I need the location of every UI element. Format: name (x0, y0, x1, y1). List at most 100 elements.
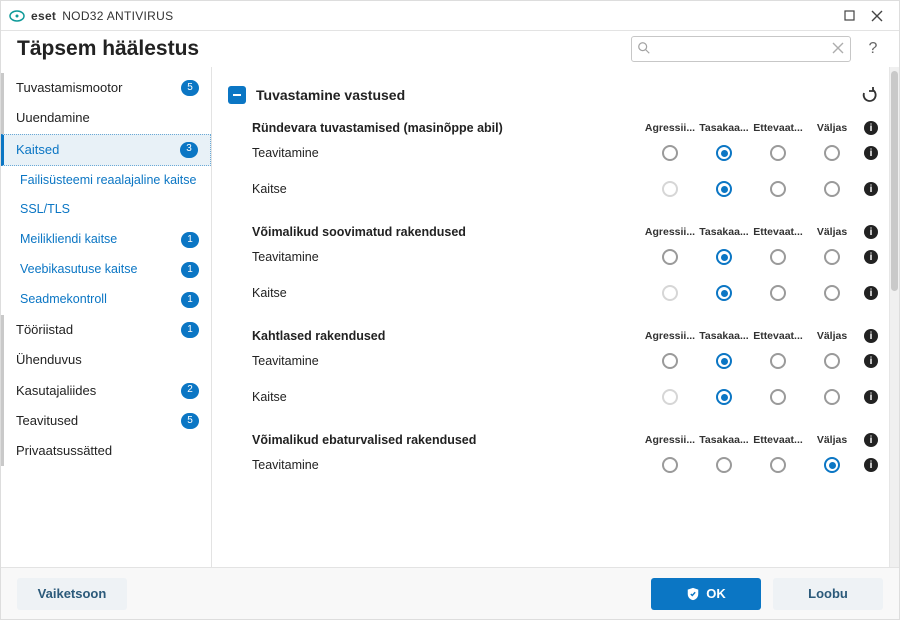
info-icon[interactable]: i (864, 329, 878, 343)
sidebar-item-teavitused[interactable]: Teavitused 5 (1, 406, 211, 436)
radio-option (662, 181, 678, 197)
radio-cell (643, 353, 697, 369)
radio-option[interactable] (824, 285, 840, 301)
section-title: Tuvastamine vastused (256, 87, 849, 103)
column-header: Tasakaa... (697, 330, 751, 342)
info-icon[interactable]: i (864, 250, 878, 264)
sidebar-badge: 5 (181, 80, 199, 96)
defaults-button[interactable]: Vaiketsoon (17, 578, 127, 610)
radio-option[interactable] (716, 353, 732, 369)
radio-cell (751, 181, 805, 197)
row-info: i (859, 146, 883, 160)
radio-option[interactable] (770, 249, 786, 265)
radio-cell (697, 145, 751, 161)
info-icon[interactable]: i (864, 121, 878, 135)
search-icon (637, 41, 651, 55)
help-button[interactable]: ? (863, 40, 883, 58)
group-title: Võimalikud ebaturvalised rakendused (252, 433, 643, 447)
info-icon[interactable]: i (864, 433, 878, 447)
search-input[interactable] (631, 36, 851, 62)
radio-option[interactable] (770, 457, 786, 473)
row-label: Teavitamine (252, 458, 643, 472)
sidebar-item-meilikliendi[interactable]: Meilikliendi kaitse 1 (1, 225, 211, 255)
radio-option[interactable] (716, 145, 732, 161)
sidebar-item-privaatsus[interactable]: Privaatsussätted (1, 436, 211, 466)
sidebar-item-uhenduvus[interactable]: Ühenduvus (1, 345, 211, 375)
scrollbar[interactable] (889, 67, 899, 567)
info-icon[interactable]: i (864, 286, 878, 300)
sidebar-item-seadmekontroll[interactable]: Seadmekontroll 1 (1, 285, 211, 315)
info-icon[interactable]: i (864, 458, 878, 472)
undo-section-button[interactable] (859, 85, 879, 105)
ok-button[interactable]: OK (651, 578, 761, 610)
radio-cell (805, 181, 859, 197)
sidebar-item-tooriistad[interactable]: Tööriistad 1 (1, 315, 211, 345)
info-icon[interactable]: i (864, 146, 878, 160)
sidebar-badge: 1 (181, 262, 199, 278)
radio-cell (751, 353, 805, 369)
radio-cell (751, 285, 805, 301)
row-info: i (859, 390, 883, 404)
window-maximize-button[interactable] (835, 2, 863, 30)
radio-option[interactable] (662, 249, 678, 265)
collapse-section-button[interactable] (228, 86, 246, 104)
radio-cell (805, 249, 859, 265)
sidebar: Tuvastamismootor 5 Uuendamine Kaitsed 3 … (1, 67, 211, 567)
group-title: Võimalikud soovimatud rakendused (252, 225, 643, 239)
cancel-button[interactable]: Loobu (773, 578, 883, 610)
radio-option[interactable] (716, 181, 732, 197)
info-icon[interactable]: i (864, 225, 878, 239)
titlebar: eset NOD32 ANTIVIRUS (1, 1, 899, 31)
sidebar-item-label: Ühenduvus (16, 352, 199, 368)
content-scroll[interactable]: Tuvastamine vastused Ründevara tuvastami… (212, 67, 889, 567)
radio-option[interactable] (770, 389, 786, 405)
info-icon[interactable]: i (864, 354, 878, 368)
radio-option[interactable] (824, 181, 840, 197)
radio-cell (643, 145, 697, 161)
radio-option[interactable] (716, 285, 732, 301)
radio-option[interactable] (716, 249, 732, 265)
row-label: Kaitse (252, 182, 643, 196)
window-close-button[interactable] (863, 2, 891, 30)
radio-option[interactable] (770, 353, 786, 369)
radio-option[interactable] (770, 181, 786, 197)
scrollbar-thumb[interactable] (891, 71, 898, 291)
radio-option[interactable] (716, 457, 732, 473)
settings-group: Kahtlased rakendusedAgressii...Tasakaa..… (252, 329, 883, 415)
sidebar-item-veebikasutuse[interactable]: Veebikasutuse kaitse 1 (1, 255, 211, 285)
radio-option[interactable] (770, 285, 786, 301)
radio-option[interactable] (824, 353, 840, 369)
radio-option[interactable] (662, 145, 678, 161)
row-label: Teavitamine (252, 250, 643, 264)
info-icon[interactable]: i (864, 390, 878, 404)
defaults-button-label: Vaiketsoon (38, 586, 107, 601)
radio-cell (751, 249, 805, 265)
sidebar-item-tuvastamismootor[interactable]: Tuvastamismootor 5 (1, 73, 211, 103)
row-label: Kaitse (252, 286, 643, 300)
column-header: Agressii... (643, 434, 697, 446)
sidebar-item-kasutajaliides[interactable]: Kasutajaliides 2 (1, 376, 211, 406)
sidebar-item-ssltls[interactable]: SSL/TLS (1, 195, 211, 225)
radio-option[interactable] (824, 389, 840, 405)
radio-option[interactable] (716, 389, 732, 405)
group-info: i (859, 121, 883, 135)
group-head: Ründevara tuvastamised (masinõppe abil)A… (252, 121, 883, 135)
sidebar-item-failisusteemi[interactable]: Failisüsteemi reaalajaline kaitse (1, 166, 211, 196)
radio-cell (805, 145, 859, 161)
sidebar-badge: 1 (181, 232, 199, 248)
radio-option[interactable] (662, 353, 678, 369)
column-header: Väljas (805, 434, 859, 446)
brand-product: NOD32 ANTIVIRUS (62, 9, 173, 23)
radio-option[interactable] (770, 145, 786, 161)
radio-option[interactable] (824, 249, 840, 265)
clear-search-icon[interactable] (831, 41, 845, 55)
radio-option[interactable] (662, 457, 678, 473)
sidebar-item-uuendamine[interactable]: Uuendamine (1, 103, 211, 133)
shield-icon (686, 587, 700, 601)
sidebar-item-kaitsed[interactable]: Kaitsed 3 (1, 134, 211, 166)
radio-option[interactable] (824, 145, 840, 161)
settings-row: Kaitse i (252, 171, 883, 207)
group-info: i (859, 433, 883, 447)
info-icon[interactable]: i (864, 182, 878, 196)
radio-option[interactable] (824, 457, 840, 473)
